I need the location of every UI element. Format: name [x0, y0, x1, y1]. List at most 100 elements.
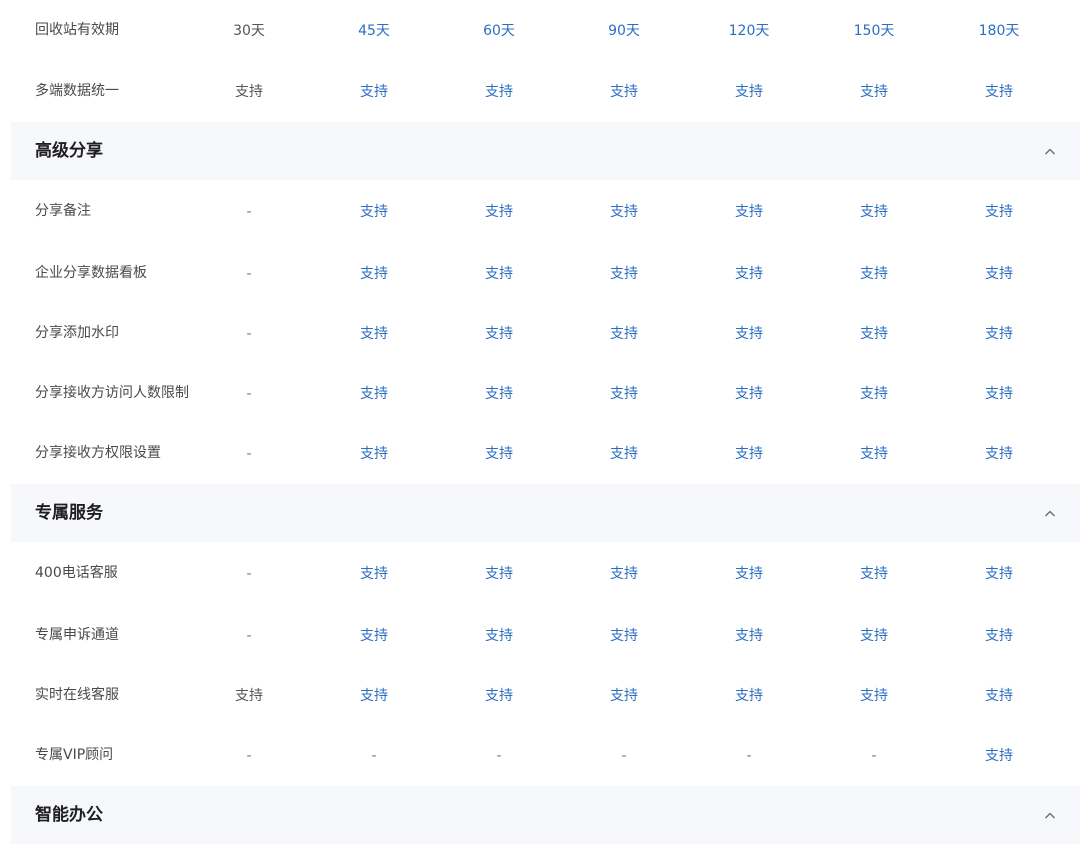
section-header-exclusive-service[interactable]: 专属服务	[11, 484, 1080, 542]
plan-value-cell: 支持	[235, 84, 263, 100]
advanced-share-rows: 分享备注 - 支持 支持 支持 支持 支持 支持 企业分享数据看板 - 支持 支持 支持 支持 支持 支持 分享…	[11, 180, 1080, 484]
chevron-up-icon[interactable]	[1042, 144, 1058, 160]
unsupported-cell: -	[246, 748, 252, 764]
unsupported-cell: -	[246, 386, 252, 402]
plan-value-cell: 支持	[360, 84, 388, 100]
exclusive-service-rows: 400电话客服 - 支持 支持 支持 支持 支持 支持 专属申诉通道 - 支持 支持 支持 支持 支持 支持实…	[11, 542, 1080, 786]
plan-value-cell: 支持	[360, 386, 388, 402]
feature-label: 分享接收方权限设置	[35, 445, 161, 461]
plan-value-cell: 支持	[985, 748, 1013, 764]
table-row: 分享接收方权限设置 - 支持 支持 支持 支持 支持 支持	[11, 424, 1080, 484]
plan-value-cell: 支持	[360, 688, 388, 704]
unsupported-cell: -	[246, 566, 252, 582]
plan-value-cell: 支持	[610, 386, 638, 402]
feature-label: 回收站有效期	[35, 22, 119, 38]
unsupported-cell: -	[246, 266, 252, 282]
feature-label: 400电话客服	[35, 565, 118, 581]
section-title: 智能办公	[35, 805, 103, 825]
plan-value-cell: 120天	[728, 23, 770, 39]
plan-value-cell: 支持	[610, 446, 638, 462]
feature-label: 专属VIP顾问	[35, 747, 114, 763]
plan-value-cell: 支持	[610, 204, 638, 220]
plan-value-cell: 支持	[860, 204, 888, 220]
plan-value-cell: 支持	[610, 84, 638, 100]
table-row: 400电话客服 - 支持 支持 支持 支持 支持 支持	[11, 542, 1080, 606]
table-row: 多端数据统一 支持 支持 支持 支持 支持 支持 支持	[11, 62, 1080, 122]
feature-label: 专属申诉通道	[35, 627, 119, 643]
plan-value-cell: 支持	[360, 266, 388, 282]
section-header-smart-office[interactable]: 智能办公	[11, 786, 1080, 844]
plan-value-cell: 支持	[360, 204, 388, 220]
unsupported-cell: -	[246, 628, 252, 644]
unsupported-cell: -	[621, 748, 627, 764]
plan-value-cell: 支持	[985, 386, 1013, 402]
feature-label: 企业分享数据看板	[35, 265, 147, 281]
plan-value-cell: 支持	[985, 566, 1013, 582]
plan-value-cell: 45天	[358, 23, 390, 39]
table-row: 分享添加水印 - 支持 支持 支持 支持 支持 支持	[11, 304, 1080, 364]
chevron-up-icon[interactable]	[1042, 808, 1058, 824]
plan-value-cell: 支持	[610, 688, 638, 704]
plan-value-cell: 支持	[735, 628, 763, 644]
plan-value-cell: 支持	[735, 204, 763, 220]
plan-value-cell: 60天	[483, 23, 515, 39]
plan-value-cell: 支持	[860, 84, 888, 100]
plan-value-cell: 支持	[860, 266, 888, 282]
plan-value-cell: 支持	[360, 566, 388, 582]
plan-value-cell: 支持	[610, 628, 638, 644]
feature-label: 多端数据统一	[35, 83, 119, 99]
plan-value-cell: 支持	[735, 84, 763, 100]
plan-value-cell: 支持	[985, 446, 1013, 462]
feature-label: 分享备注	[35, 203, 91, 219]
plan-value-cell: 支持	[860, 688, 888, 704]
unsupported-cell: -	[246, 446, 252, 462]
unsupported-cell: -	[371, 748, 377, 764]
plan-value-cell: 支持	[360, 326, 388, 342]
feature-comparison-table: 回收站有效期 30天 45天 60天 90天 120天 150天 180天 多端数据统一 支持 支持…	[11, 0, 1080, 844]
unsupported-cell: -	[746, 748, 752, 764]
section-title: 专属服务	[35, 503, 103, 523]
storage-rows: 回收站有效期 30天 45天 60天 90天 120天 150天 180天多端数据统一 支持 支持…	[11, 0, 1080, 122]
plan-value-cell: 支持	[985, 326, 1013, 342]
plan-value-cell: 支持	[860, 326, 888, 342]
plan-value-cell: 支持	[610, 266, 638, 282]
plan-value-cell: 180天	[978, 23, 1020, 39]
plan-value-cell: 支持	[485, 204, 513, 220]
section-title: 高级分享	[35, 141, 103, 161]
plan-value-cell: 30天	[233, 23, 265, 39]
table-row: 专属VIP顾问 - - - - - - 支持	[11, 726, 1080, 786]
plan-value-cell: 支持	[360, 628, 388, 644]
feature-label: 分享添加水印	[35, 325, 119, 341]
plan-value-cell: 支持	[735, 566, 763, 582]
plan-value-cell: 支持	[985, 204, 1013, 220]
unsupported-cell: -	[871, 748, 877, 764]
plan-value-cell: 150天	[853, 23, 895, 39]
plan-value-cell: 支持	[485, 446, 513, 462]
plan-value-cell: 支持	[985, 628, 1013, 644]
plan-value-cell: 支持	[860, 386, 888, 402]
plan-value-cell: 支持	[735, 386, 763, 402]
table-row: 分享接收方访问人数限制 - 支持 支持 支持 支持 支持 支持	[11, 364, 1080, 424]
section-header-advanced-share[interactable]: 高级分享	[11, 122, 1080, 180]
table-row: 企业分享数据看板 - 支持 支持 支持 支持 支持 支持	[11, 244, 1080, 304]
plan-value-cell: 支持	[860, 628, 888, 644]
feature-label: 分享接收方访问人数限制	[35, 385, 189, 401]
unsupported-cell: -	[496, 748, 502, 764]
plan-value-cell: 支持	[735, 326, 763, 342]
plan-value-cell: 90天	[608, 23, 640, 39]
plan-value-cell: 支持	[860, 446, 888, 462]
plan-value-cell: 支持	[485, 386, 513, 402]
plan-value-cell: 支持	[985, 84, 1013, 100]
table-row: 实时在线客服 支持 支持 支持 支持 支持 支持 支持	[11, 666, 1080, 726]
plan-value-cell: 支持	[235, 688, 263, 704]
chevron-up-icon[interactable]	[1042, 506, 1058, 522]
plan-value-cell: 支持	[485, 688, 513, 704]
plan-value-cell: 支持	[735, 688, 763, 704]
plan-value-cell: 支持	[610, 566, 638, 582]
table-row: 分享备注 - 支持 支持 支持 支持 支持 支持	[11, 180, 1080, 244]
feature-label: 实时在线客服	[35, 687, 119, 703]
plan-value-cell: 支持	[485, 326, 513, 342]
table-row: 专属申诉通道 - 支持 支持 支持 支持 支持 支持	[11, 606, 1080, 666]
plan-value-cell: 支持	[485, 628, 513, 644]
plan-value-cell: 支持	[985, 266, 1013, 282]
